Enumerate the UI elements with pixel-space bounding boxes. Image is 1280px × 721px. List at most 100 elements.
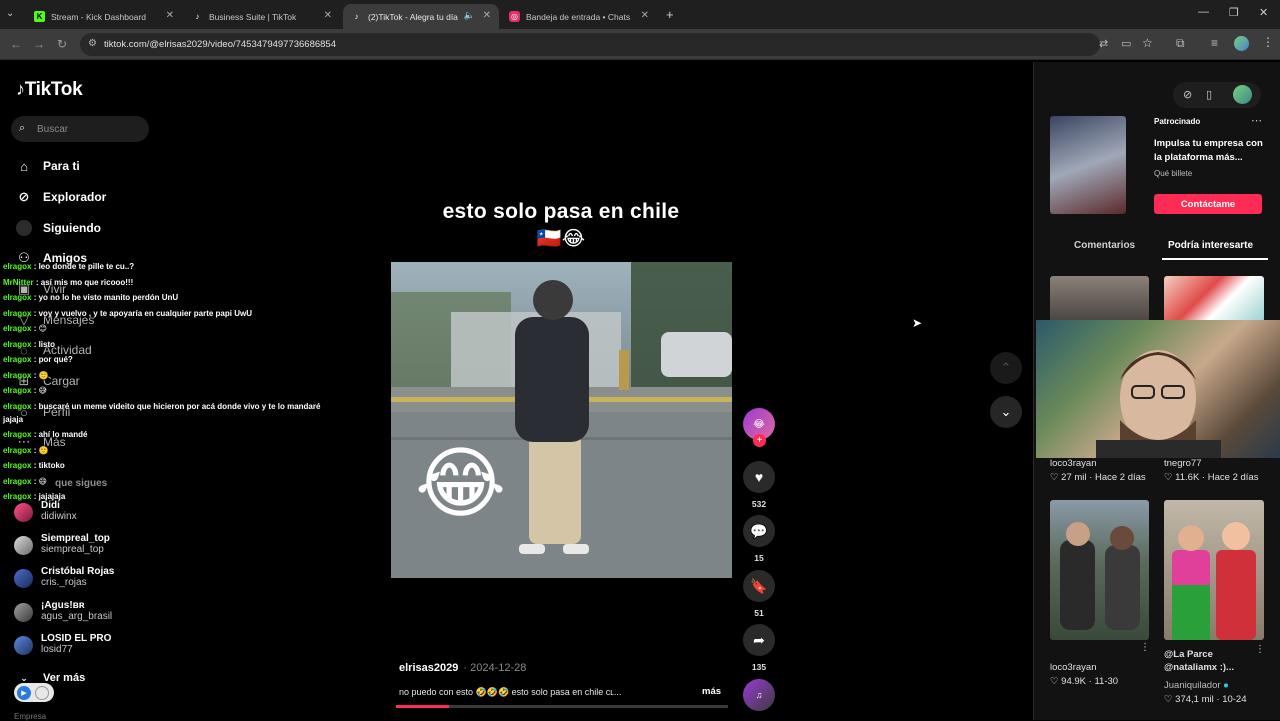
account-item[interactable]: LOSID EL PRO losid77 (14, 633, 111, 655)
circle-icon (35, 685, 49, 700)
heart-outline-icon: ♡ (1050, 676, 1059, 687)
chat-message: elragox : buscaré un meme videito que hi… (3, 402, 320, 411)
nav-label: Para ti (43, 159, 80, 173)
device-icon[interactable]: ▯ (1206, 88, 1212, 101)
chat-message: elragox : 🙂 (3, 371, 49, 380)
nav-para-ti[interactable]: ⌂ Para ti (16, 155, 80, 177)
video-progress-bar[interactable] (396, 705, 728, 708)
bookmark-star-icon[interactable]: ☆ (1142, 36, 1153, 50)
video-title[interactable]: @La Parce @nataliamx :)... (1164, 648, 1260, 674)
comment-count: 15 (754, 553, 764, 563)
nav-siguiendo[interactable]: Siguiendo (16, 217, 101, 239)
share-button[interactable]: ➦ 135 (743, 624, 775, 672)
forward-icon[interactable]: → (33, 37, 45, 51)
tab-podria-interesarte[interactable]: Podría interesarte (1168, 240, 1253, 251)
video-likes: 94.9K (1061, 676, 1086, 687)
heart-outline-icon: ♡ (1164, 694, 1173, 705)
minimize-icon[interactable]: — (1198, 6, 1209, 18)
music-disc-icon: ♫ (743, 679, 775, 711)
url-bar[interactable]: ⚙ tiktok.com/@elrisas2029/video/74534794… (80, 33, 1100, 56)
restore-icon[interactable]: ❐ (1229, 6, 1239, 19)
tiktok-logo[interactable]: ♪TikTok (16, 79, 83, 101)
chat-message: elragox : voy y vuelvo , y te apoyaría e… (3, 309, 252, 318)
back-icon[interactable]: ← (10, 37, 22, 51)
music-disc-button[interactable]: ♫ (743, 679, 775, 711)
next-video-button[interactable]: ⌄ (990, 396, 1022, 428)
chat-username: elragox (3, 371, 32, 380)
caption-text: esto solo pasa en chile (442, 200, 680, 223)
video-user[interactable]: Juaniquilador ● (1164, 680, 1229, 691)
profile-avatar[interactable] (1234, 36, 1249, 51)
tab-instagram[interactable]: ◎ Bandeja de entrada • Chats ✕ (501, 4, 657, 29)
speaker-icon[interactable]: 🔈 (464, 10, 475, 21)
translate-icon[interactable]: ⇄ (1099, 37, 1108, 50)
close-icon[interactable]: ✕ (641, 10, 649, 21)
chat-separator: : (31, 293, 39, 302)
ad-more-icon[interactable]: ⋯ (1251, 114, 1262, 127)
top-icon-group: ⊘ ▯ (1173, 82, 1261, 108)
avatar (14, 569, 33, 588)
menu-dots-icon[interactable]: ⋮ (1262, 35, 1274, 49)
explore-icon[interactable]: ⊘ (1183, 88, 1192, 101)
site-info-icon[interactable]: ⚙ (88, 38, 97, 49)
account-name: Siempreal_top (41, 533, 110, 544)
more-options-icon[interactable]: ⋮ (1255, 644, 1265, 655)
account-name: Cristóbal Rojas (41, 566, 115, 577)
video-player[interactable]: 😂 (391, 262, 732, 578)
video-author[interactable]: elrisas2029 · 2024-12-28 (399, 662, 526, 674)
more-link[interactable]: más (702, 686, 721, 697)
cast-icon[interactable]: ▭ (1121, 37, 1131, 50)
chat-separator: : (31, 340, 39, 349)
account-item[interactable]: Siempreal_top siempreal_top (14, 533, 110, 555)
chat-separator: : (31, 477, 39, 486)
app-toggle[interactable]: ▶ (14, 683, 54, 702)
nav-label: Explorador (43, 190, 107, 204)
save-button[interactable]: 🔖 51 (743, 570, 775, 618)
chat-username: elragox (3, 324, 32, 333)
webcam-overlay (1036, 320, 1280, 458)
nav-explorador[interactable]: ⊘ Explorador (16, 186, 107, 208)
video-user[interactable]: loco3rayan (1050, 662, 1096, 673)
previous-video-button[interactable]: ⌃ (990, 352, 1022, 384)
contact-button[interactable]: Contáctame (1154, 194, 1262, 214)
account-item[interactable]: Cristóbal Rojas cris._rojas (14, 566, 114, 588)
like-button[interactable]: ♥ 532 (743, 461, 775, 509)
tab-tiktok-active[interactable]: ♪ (2)TikTok - Alegra tu día 🔈 ✕ (343, 4, 499, 29)
mouse-cursor: ➤ (912, 316, 923, 330)
video-thumbnail[interactable] (1164, 276, 1264, 322)
close-icon[interactable]: ✕ (324, 10, 332, 21)
chat-username: elragox (3, 340, 32, 349)
tab-kick[interactable]: K Stream - Kick Dashboard ✕ (26, 4, 182, 29)
user-avatar[interactable] (1233, 85, 1252, 104)
ad-thumbnail[interactable] (1050, 116, 1126, 214)
stream-chat-overlay: elragox : leo donde te pille te cu..? MrN… (3, 262, 333, 502)
video-user[interactable]: tnegro77 (1164, 458, 1202, 469)
chat-message: elragox : leo donde te pille te cu..? (3, 262, 134, 271)
account-item[interactable]: Didi didiwinx (14, 500, 77, 522)
video-thumbnail[interactable] (1050, 276, 1149, 322)
tab-business-suite[interactable]: ♪ Business Suite | TikTok ✕ (184, 4, 340, 29)
tab-search-icon[interactable]: ⌄ (6, 8, 14, 19)
more-options-icon[interactable]: ⋮ (1140, 642, 1150, 653)
video-thumbnail[interactable] (1050, 500, 1149, 640)
account-item[interactable]: ¡Agus!ʙʀ agus_arg_brasil (14, 600, 112, 622)
account-handle: agus_arg_brasil (41, 611, 113, 622)
new-tab-icon[interactable]: + (666, 7, 674, 22)
video-thumbnail[interactable] (1164, 500, 1264, 640)
creator-avatar-button[interactable]: 😂 + (743, 408, 775, 447)
close-icon[interactable]: ✕ (483, 10, 491, 21)
video-user[interactable]: loco3rayan (1050, 458, 1096, 469)
close-icon[interactable]: ✕ (166, 10, 174, 21)
chat-text: así mis mo que ricooo!!! (40, 278, 134, 287)
extensions-icon[interactable]: ⧉ (1176, 36, 1185, 51)
search-input[interactable]: ⌕ Buscar (11, 116, 149, 142)
follow-plus-icon[interactable]: + (753, 434, 766, 447)
tab-comentarios[interactable]: Comentarios (1074, 240, 1135, 251)
media-icon[interactable]: ≡ (1211, 36, 1218, 50)
chat-text: tiktoko (38, 461, 65, 470)
window-close-icon[interactable]: ✕ (1259, 6, 1268, 19)
reload-icon[interactable]: ↻ (57, 37, 67, 51)
account-handle: didiwinx (41, 511, 77, 522)
comment-button[interactable]: 💬 15 (743, 515, 775, 563)
chat-separator: : (31, 309, 39, 318)
